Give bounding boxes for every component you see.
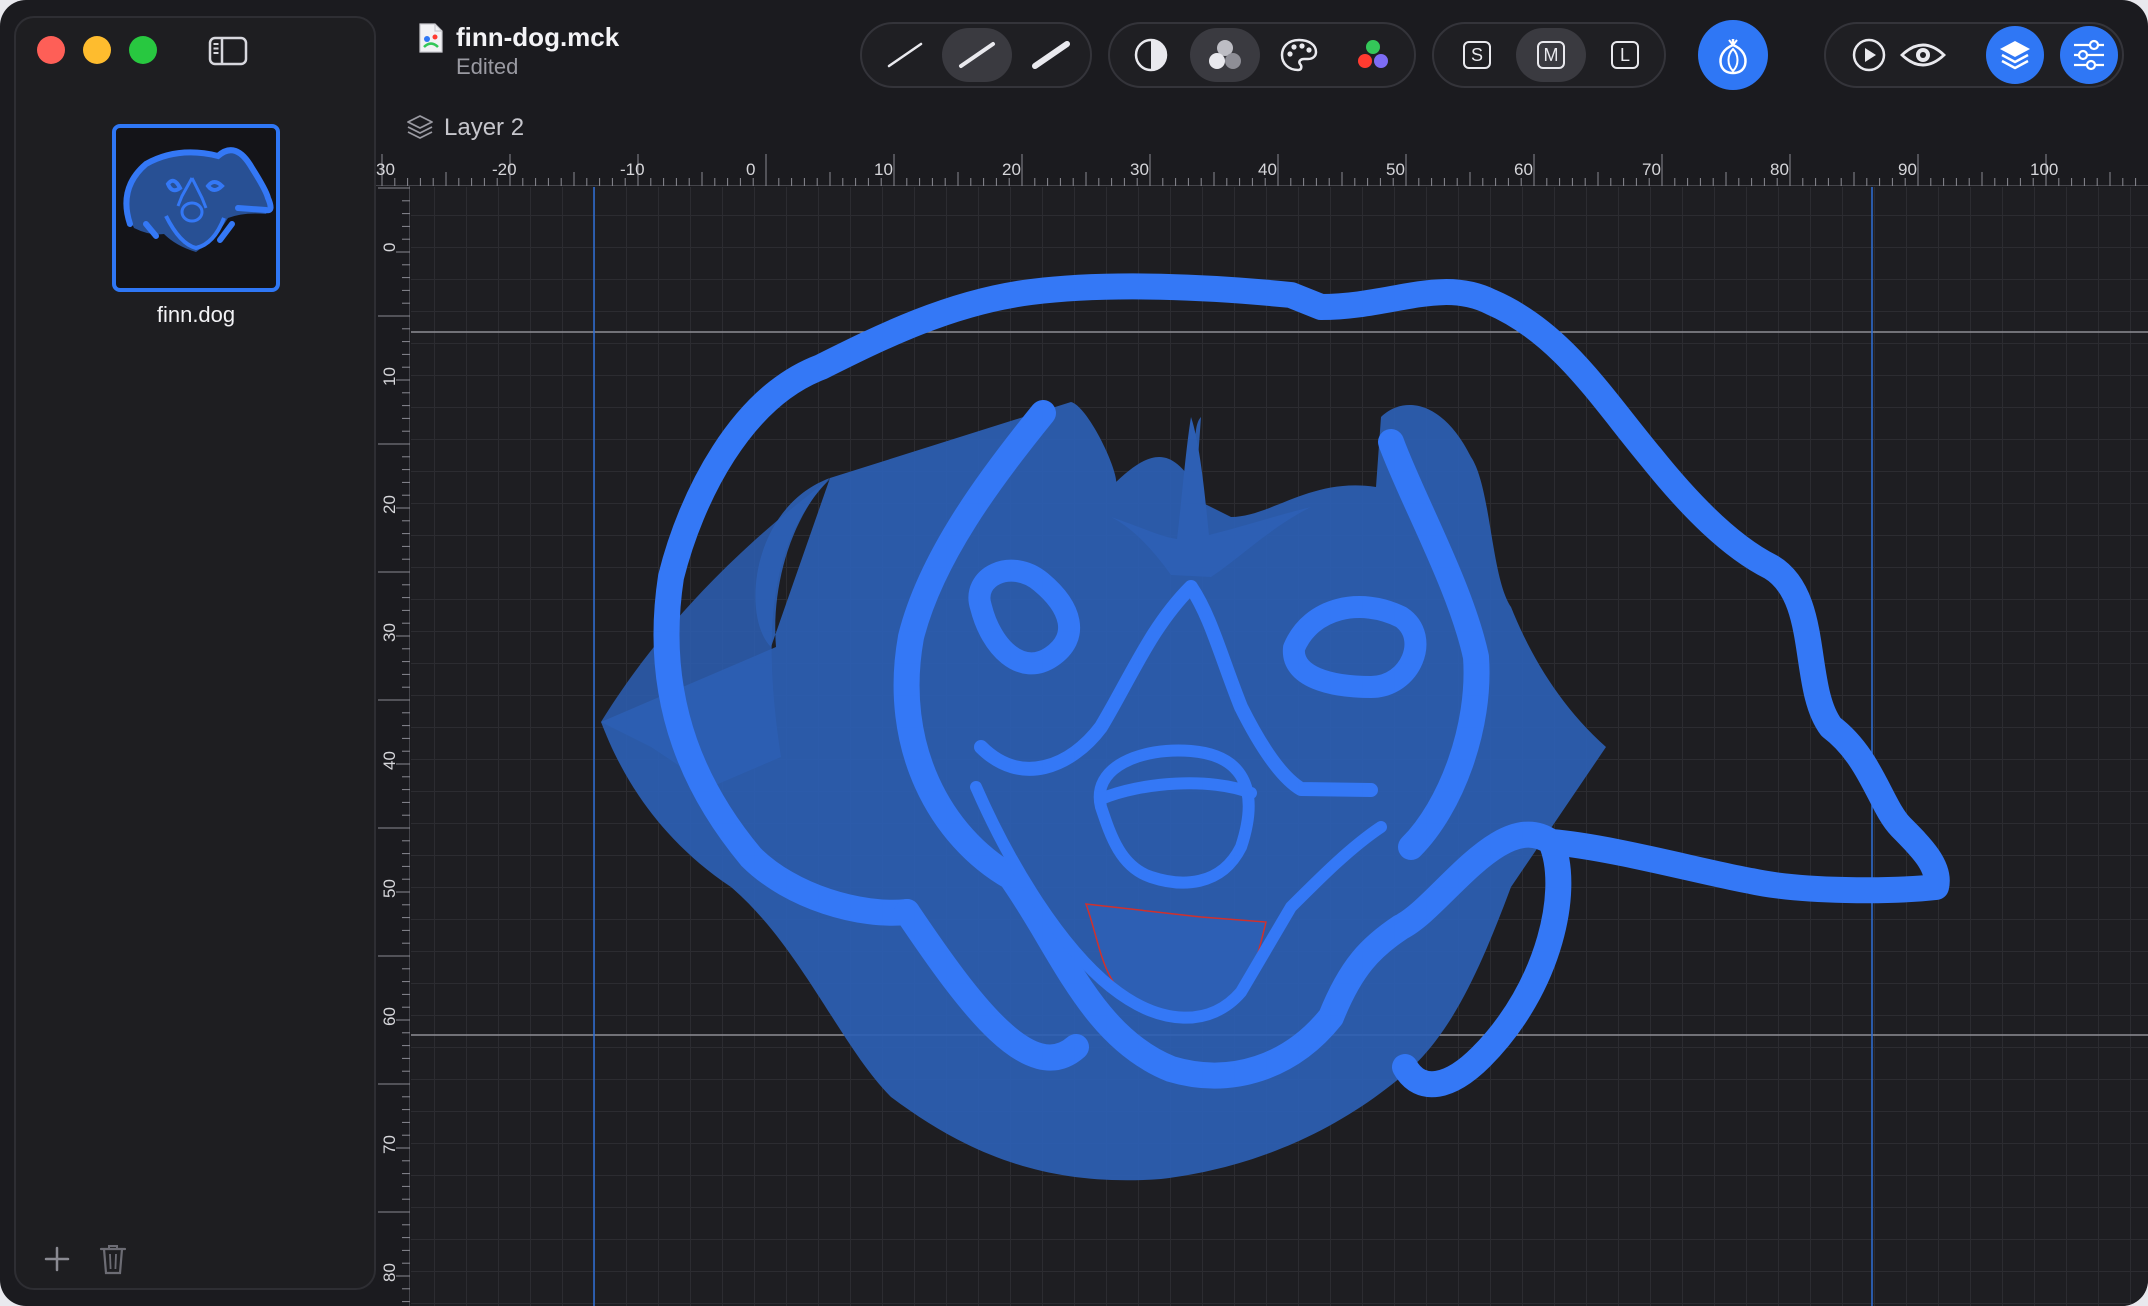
layer-label[interactable]: Layer 2 — [444, 114, 524, 142]
add-icon[interactable] — [42, 1244, 72, 1274]
ruler-h-label: -10 — [620, 160, 645, 179]
thumbnail-dog-drawing — [123, 147, 274, 252]
ruler-v-label: 40 — [380, 751, 399, 770]
trash-icon[interactable] — [98, 1242, 128, 1276]
minimize-window-button[interactable] — [83, 36, 111, 64]
close-window-button[interactable] — [37, 36, 65, 64]
onion-skin-button[interactable] — [1698, 20, 1768, 90]
contrast-icon — [1134, 38, 1168, 72]
ruler-v-label: 70 — [380, 1135, 399, 1154]
blend-button[interactable] — [1190, 28, 1260, 82]
stroke-thin-icon — [887, 42, 923, 68]
ruler-v-label: 30 — [380, 623, 399, 642]
document-thumbnail[interactable] — [112, 124, 280, 292]
stroke-thick-button[interactable] — [1016, 28, 1086, 82]
app-window: finn.dog finn-dog.mck Edited S M L Layer… — [0, 0, 2148, 1306]
ruler-h-label: 20 — [1002, 160, 1021, 179]
horizontal-ruler: 30 -20 -10 0 10 20 30 40 50 60 70 80 90 … — [376, 150, 2148, 186]
ruler-h-label: -20 — [492, 160, 517, 179]
dog-drawing — [411, 187, 2148, 1306]
ruler-h-label: 70 — [1642, 160, 1661, 179]
sidebar-toggle-icon[interactable] — [208, 36, 248, 66]
stroke-width-group — [860, 22, 1092, 88]
ruler-h-label: 90 — [1898, 160, 1917, 179]
ruler-v-label: 0 — [380, 242, 399, 252]
layers-icon — [2000, 41, 2030, 70]
ruler-v-label: 80 — [380, 1263, 399, 1282]
ruler-h-label: 50 — [1386, 160, 1405, 179]
stroke-medium-icon — [959, 42, 995, 68]
size-medium-label: M — [1537, 41, 1565, 69]
ruler-h-label: 60 — [1514, 160, 1533, 179]
ruler-h-label: 40 — [1258, 160, 1277, 179]
vertical-ruler: 0 10 20 30 40 50 60 70 80 — [376, 186, 410, 1306]
play-icon — [1852, 38, 1886, 72]
ruler-v-label: 50 — [380, 879, 399, 898]
palette-button[interactable] — [1264, 28, 1334, 82]
preview-button[interactable] — [1888, 28, 1958, 82]
layer-bar: Layer 2 — [378, 104, 2148, 150]
size-group: S M L — [1432, 22, 1666, 88]
zoom-window-button[interactable] — [129, 36, 157, 64]
size-large-label: L — [1611, 41, 1639, 69]
document-title: finn-dog.mck — [456, 22, 620, 52]
onion-icon — [1719, 39, 1747, 75]
layers-button[interactable] — [1986, 26, 2044, 84]
blend-icon — [1209, 40, 1241, 69]
sliders-icon — [2074, 39, 2104, 71]
ruler-h-label: 0 — [746, 160, 756, 179]
ruler-h-label: 30 — [1130, 160, 1149, 179]
document-status: Edited — [456, 54, 519, 79]
stroke-medium-button[interactable] — [942, 28, 1012, 82]
color-tools-group — [1108, 22, 1416, 88]
color-dots-icon — [1358, 40, 1388, 68]
size-small-label: S — [1463, 41, 1491, 69]
stroke-thick-icon — [1032, 41, 1070, 69]
ruler-h-label: 10 — [874, 160, 893, 179]
size-medium-button[interactable]: M — [1516, 28, 1586, 82]
drawing-canvas[interactable] — [411, 187, 2148, 1306]
ruler-v-label: 60 — [380, 1007, 399, 1026]
document-icon — [419, 23, 443, 53]
contrast-button[interactable] — [1116, 28, 1186, 82]
ruler-h-label: 80 — [1770, 160, 1789, 179]
stroke-thin-button[interactable] — [870, 28, 940, 82]
settings-button[interactable] — [2060, 26, 2118, 84]
ruler-h-label: 100 — [2030, 160, 2059, 179]
ruler-v-label: 20 — [380, 495, 399, 514]
color-dots-button[interactable] — [1338, 28, 1408, 82]
ruler-v-label: 10 — [380, 367, 399, 386]
eye-icon — [1900, 43, 1946, 67]
size-large-button[interactable]: L — [1590, 28, 1660, 82]
size-small-button[interactable]: S — [1442, 28, 1512, 82]
layer-stack-icon — [407, 115, 433, 139]
palette-icon — [1280, 38, 1318, 72]
document-thumbnail-label: finn.dog — [156, 302, 236, 327]
ruler-h-label: 30 — [376, 160, 395, 179]
